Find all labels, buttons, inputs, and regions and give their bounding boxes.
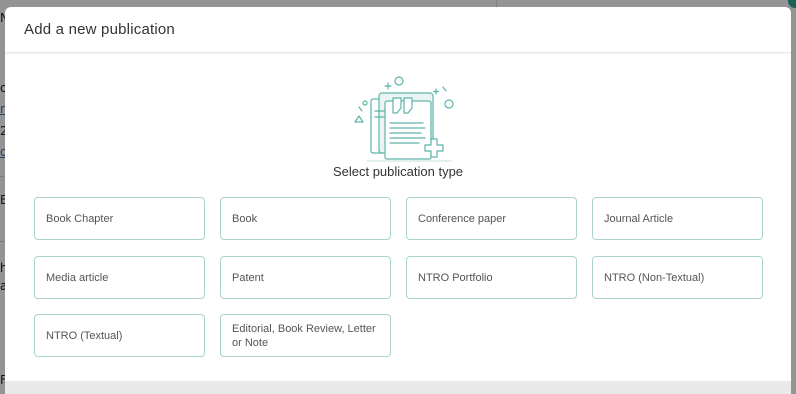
publication-type-ntro-non-textual[interactable]: NTRO (Non-Textual): [592, 256, 763, 299]
publication-illustration-icon: [354, 76, 454, 162]
publication-type-ntro-textual[interactable]: NTRO (Textual): [34, 314, 205, 357]
dialog-title: Add a new publication: [24, 21, 175, 38]
publication-type-patent[interactable]: Patent: [220, 256, 391, 299]
publication-type-editorial-review-letter-note[interactable]: Editorial, Book Review, Letter or Note: [220, 314, 391, 357]
publication-type-media-article[interactable]: Media article: [34, 256, 205, 299]
dialog-header: Add a new publication: [5, 7, 791, 53]
publication-type-book[interactable]: Book: [220, 197, 391, 240]
add-publication-dialog: Add a new publication Select publication…: [5, 7, 791, 394]
publication-type-ntro-portfolio[interactable]: NTRO Portfolio: [406, 256, 577, 299]
dialog-subtitle: Select publication type: [332, 164, 464, 179]
publication-type-book-chapter[interactable]: Book Chapter: [34, 197, 205, 240]
publication-type-journal-article[interactable]: Journal Article: [592, 197, 763, 240]
dialog-footer: [5, 381, 791, 394]
publication-type-conference-paper[interactable]: Conference paper: [406, 197, 577, 240]
